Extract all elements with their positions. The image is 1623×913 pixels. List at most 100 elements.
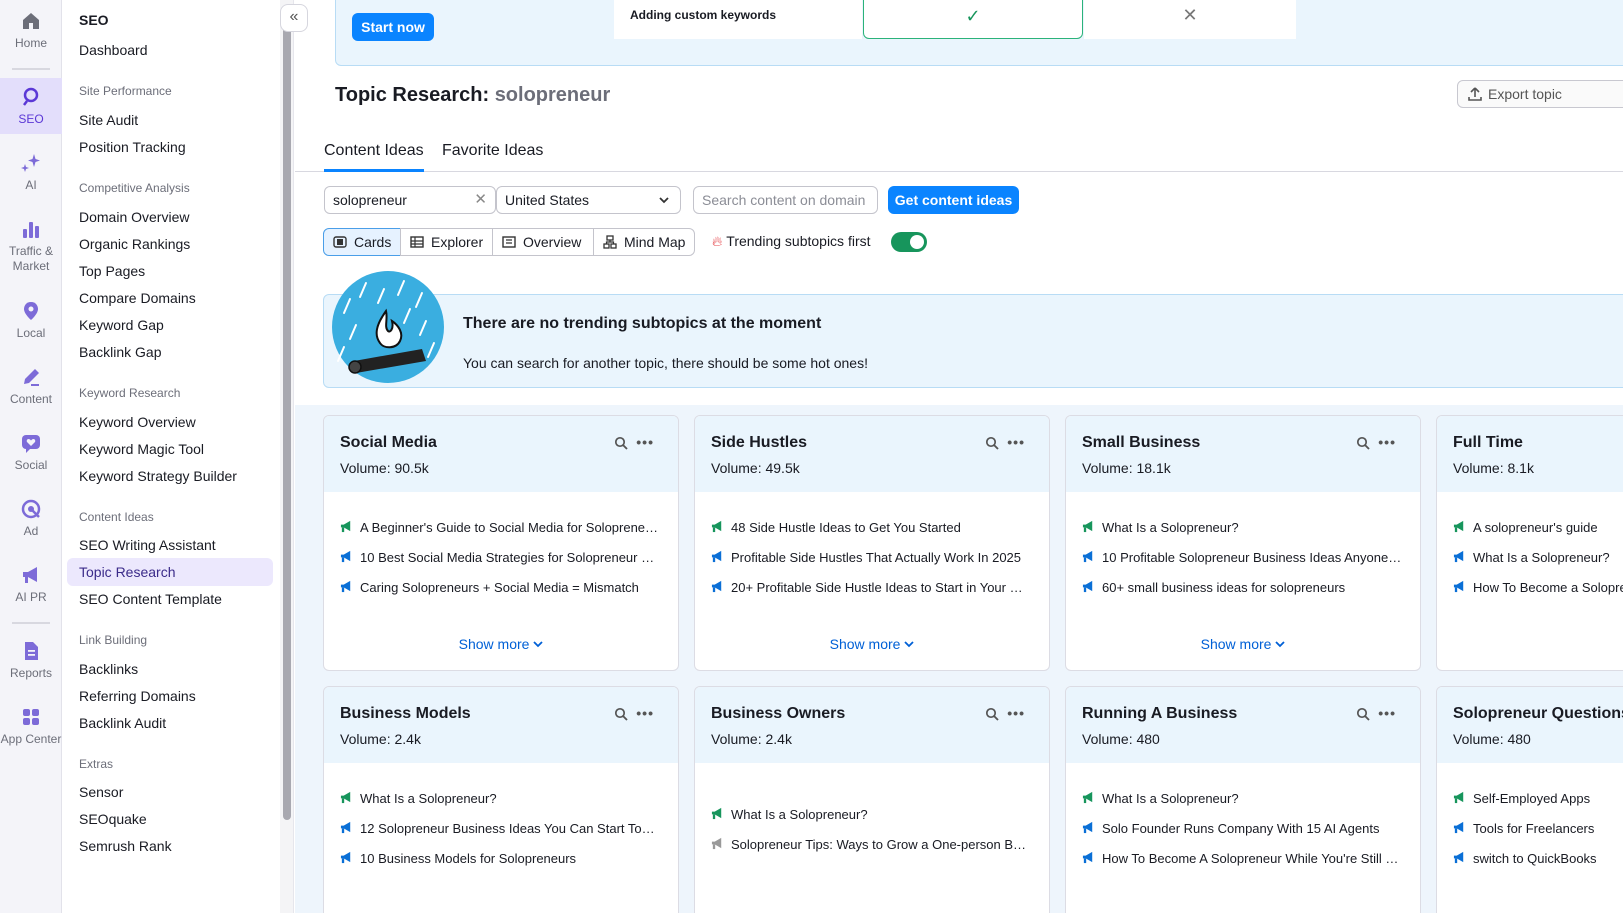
- idea-headline[interactable]: How To Become A Solopreneur While You're…: [1082, 851, 1402, 881]
- submenu-item[interactable]: Sensor: [67, 778, 273, 806]
- idea-headline-text: What Is a Solopreneur?: [1102, 791, 1239, 806]
- more-options-icon[interactable]: •••: [1007, 705, 1025, 721]
- get-content-ideas-button[interactable]: Get content ideas: [888, 186, 1019, 214]
- tab-favorite-ideas[interactable]: Favorite Ideas: [442, 142, 543, 172]
- idea-headline[interactable]: What Is a Solopreneur?: [1082, 791, 1402, 821]
- export-topic-button[interactable]: Export topic: [1457, 80, 1623, 108]
- idea-headline[interactable]: What Is a Solopreneur?: [1082, 520, 1402, 550]
- rail-traffic[interactable]: Traffic & Market: [0, 218, 62, 276]
- submenu-item[interactable]: Organic Rankings: [67, 230, 273, 258]
- idea-headline[interactable]: 12 Solopreneur Business Ideas You Can St…: [340, 821, 660, 851]
- submenu-item[interactable]: Compare Domains: [67, 284, 273, 312]
- idea-headline[interactable]: How To Become a Solopreneur: [1453, 580, 1623, 610]
- idea-headline[interactable]: Solopreneur Tips: Ways to Grow a One-per…: [711, 837, 1031, 867]
- topic-card[interactable]: Business Owners Volume: 2.4k ••• What Is a …: [694, 686, 1050, 913]
- idea-headline[interactable]: 48 Side Hustle Ideas to Get You Started: [711, 520, 1031, 550]
- topic-card[interactable]: Side Hustles Volume: 49.5k ••• 48 Side Hust…: [694, 415, 1050, 671]
- show-more-link[interactable]: Show more: [324, 636, 678, 652]
- submenu-item[interactable]: Site Audit: [67, 106, 273, 134]
- rail-ad[interactable]: Ad: [0, 498, 62, 542]
- search-icon[interactable]: [1356, 707, 1370, 721]
- domain-search-input[interactable]: Search content on domain: [693, 186, 878, 214]
- view-mindmap-button[interactable]: Mind Map: [593, 228, 695, 256]
- submenu-item[interactable]: Top Pages: [67, 257, 273, 285]
- megaphone-icon: [340, 550, 351, 563]
- submenu-item[interactable]: Keyword Overview: [67, 408, 273, 436]
- rail-seo[interactable]: SEO: [0, 78, 62, 134]
- idea-headline[interactable]: 20+ Profitable Side Hustle Ideas to Star…: [711, 580, 1031, 610]
- no-trending-notice: There are no trending subtopics at the m…: [323, 271, 1623, 388]
- rail-appcenter[interactable]: App Center: [0, 706, 62, 764]
- more-options-icon[interactable]: •••: [636, 705, 654, 721]
- more-options-icon[interactable]: •••: [1378, 705, 1396, 721]
- idea-headline[interactable]: switch to QuickBooks: [1453, 851, 1623, 881]
- more-options-icon[interactable]: •••: [636, 434, 654, 450]
- search-icon[interactable]: [1356, 436, 1370, 450]
- idea-headline[interactable]: Caring Solopreneurs + Social Media = Mis…: [340, 580, 660, 610]
- rail-home[interactable]: Home: [0, 10, 62, 58]
- country-select[interactable]: United States: [496, 186, 681, 214]
- rail-ai[interactable]: AI: [0, 152, 62, 196]
- more-options-icon[interactable]: •••: [1007, 434, 1025, 450]
- show-more-link[interactable]: Show more: [695, 636, 1049, 652]
- rail-aipr[interactable]: AI PR: [0, 564, 62, 608]
- idea-headline[interactable]: 10 Profitable Solopreneur Business Ideas…: [1082, 550, 1402, 580]
- idea-headline[interactable]: Tools for Freelancers: [1453, 821, 1623, 851]
- tab-content-ideas[interactable]: Content Ideas: [324, 142, 424, 172]
- topic-card[interactable]: Social Media Volume: 90.5k ••• A Beginner's…: [323, 415, 679, 671]
- topic-card[interactable]: Full Time Volume: 8.1k A solopreneur's gui…: [1436, 415, 1623, 671]
- submenu-item[interactable]: Keyword Strategy Builder: [67, 462, 273, 490]
- idea-headline[interactable]: What Is a Solopreneur?: [1453, 550, 1623, 580]
- search-icon[interactable]: [614, 436, 628, 450]
- submenu-item[interactable]: Position Tracking: [67, 133, 273, 161]
- topic-card[interactable]: Small Business Volume: 18.1k ••• What Is a …: [1065, 415, 1421, 671]
- view-explorer-button[interactable]: Explorer: [400, 228, 493, 256]
- submenu-item[interactable]: Backlink Gap: [67, 338, 273, 366]
- topic-card[interactable]: Running A Business Volume: 480 ••• What Is …: [1065, 686, 1421, 913]
- submenu-item[interactable]: Keyword Gap: [67, 311, 273, 339]
- view-overview-button[interactable]: Overview: [492, 228, 594, 256]
- search-icon[interactable]: [985, 436, 999, 450]
- show-more-link[interactable]: Show more: [1066, 636, 1420, 652]
- submenu-item[interactable]: Keyword Magic Tool: [67, 435, 273, 463]
- start-now-button[interactable]: Start now: [352, 13, 434, 41]
- idea-headline[interactable]: A Beginner's Guide to Social Media for S…: [340, 520, 660, 550]
- rail-local[interactable]: Local: [0, 300, 62, 344]
- idea-headline[interactable]: Profitable Side Hustles That Actually Wo…: [711, 550, 1031, 580]
- idea-headline[interactable]: 10 Best Social Media Strategies for Solo…: [340, 550, 660, 580]
- topic-card[interactable]: Solopreneur Questions Volume: 480 Self-Emp…: [1436, 686, 1623, 913]
- submenu-item[interactable]: Referring Domains: [67, 682, 273, 710]
- topic-card[interactable]: Business Models Volume: 2.4k ••• What Is a …: [323, 686, 679, 913]
- submenu-heading: Site Performance: [79, 84, 172, 98]
- rail-content[interactable]: Content: [0, 366, 62, 410]
- search-icon[interactable]: [614, 707, 628, 721]
- rail-social[interactable]: Social: [0, 432, 62, 476]
- idea-headline[interactable]: What Is a Solopreneur?: [711, 807, 1031, 837]
- idea-headline-text: How To Become A Solopreneur While You're…: [1102, 851, 1402, 866]
- submenu-item[interactable]: Backlink Audit: [67, 709, 273, 737]
- scrollbar-thumb[interactable]: [283, 5, 291, 820]
- rail-reports[interactable]: Reports: [0, 640, 62, 684]
- submenu-item[interactable]: Domain Overview: [67, 203, 273, 231]
- clear-icon[interactable]: ✕: [474, 187, 487, 213]
- search-icon[interactable]: [985, 707, 999, 721]
- megaphone-icon: [711, 580, 722, 593]
- idea-headline[interactable]: What Is a Solopreneur?: [340, 791, 660, 821]
- idea-headline[interactable]: Self-Employed Apps: [1453, 791, 1623, 821]
- trending-toggle[interactable]: [891, 232, 927, 252]
- idea-headline[interactable]: A solopreneur's guide: [1453, 520, 1623, 550]
- submenu-item-dashboard[interactable]: Dashboard: [67, 36, 273, 64]
- more-options-icon[interactable]: •••: [1378, 434, 1396, 450]
- submenu-item[interactable]: Semrush Rank: [67, 832, 273, 860]
- idea-headline[interactable]: Solo Founder Runs Company With 15 AI Age…: [1082, 821, 1402, 851]
- submenu-scrollbar[interactable]: [280, 0, 294, 913]
- submenu-item[interactable]: SEO Content Template: [67, 585, 273, 613]
- topic-search-input[interactable]: solopreneur ✕: [324, 186, 496, 214]
- submenu-item[interactable]: SEOquake: [67, 805, 273, 833]
- submenu-item[interactable]: Backlinks: [67, 655, 273, 683]
- idea-headline[interactable]: 10 Business Models for Solopreneurs: [340, 851, 660, 881]
- idea-headline[interactable]: 60+ small business ideas for solopreneur…: [1082, 580, 1402, 610]
- submenu-item[interactable]: SEO Writing Assistant: [67, 531, 273, 559]
- view-cards-button[interactable]: Cards: [323, 228, 401, 256]
- submenu-item-active[interactable]: Topic Research: [67, 558, 273, 586]
